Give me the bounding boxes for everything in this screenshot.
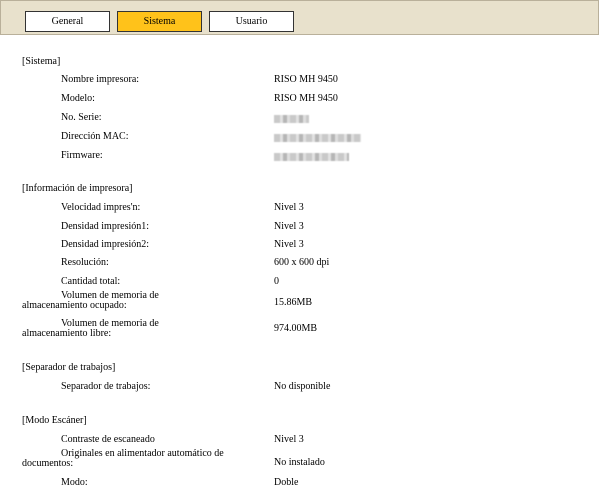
tab-usuario[interactable]: Usuario <box>209 11 294 32</box>
storage-free-label: Volumen de memoria de almacenamiento lib… <box>22 319 212 339</box>
tab-general[interactable]: General <box>25 11 110 32</box>
model-label: Modelo: <box>61 93 95 104</box>
total-count-value: 0 <box>274 276 279 287</box>
storage-free-value: 974.00MB <box>274 323 318 334</box>
density2-value: Nivel 3 <box>274 239 304 250</box>
scan-contrast-value: Nivel 3 <box>274 434 304 445</box>
scan-contrast-label: Contraste de escaneado <box>61 434 155 445</box>
storage-used-label: Volumen de memoria de almacenamiento ocu… <box>22 291 212 311</box>
mac-value-redacted <box>274 134 361 142</box>
section-title-sistema: [Sistema] <box>22 56 61 67</box>
density1-value: Nivel 3 <box>274 221 304 232</box>
storage-used-value: 15.86MB <box>274 297 313 308</box>
density1-label: Densidad impresión1: <box>61 221 150 232</box>
adf-originals-label: Originales en alimentador automático de … <box>22 449 262 469</box>
system-info-panel: [Sistema] Nombre impresora: RISO MH 9450… <box>0 35 601 488</box>
print-speed-value: Nivel 3 <box>274 202 304 213</box>
total-count-label: Cantidad total: <box>61 276 121 287</box>
print-speed-label: Velocidad impres'n: <box>61 202 141 213</box>
printer-name-label: Nombre impresora: <box>61 74 140 85</box>
firmware-value-redacted <box>274 153 349 161</box>
firmware-label: Firmware: <box>61 150 103 161</box>
model-value: RISO MH 9450 <box>274 93 338 104</box>
storage-free-label-line2: almacenamiento libre: <box>22 328 112 339</box>
job-separator-label: Separador de trabajos: <box>61 381 151 392</box>
mac-label: Dirección MAC: <box>61 131 129 142</box>
section-title-informacion-impresora: [Información de impresora] <box>22 183 133 194</box>
scan-mode-label: Modo: <box>61 477 88 488</box>
serial-value-redacted <box>274 115 309 123</box>
section-title-separador: [Separador de trabajos] <box>22 362 116 373</box>
printer-name-value: RISO MH 9450 <box>274 74 338 85</box>
tab-sistema[interactable]: Sistema <box>117 11 202 32</box>
job-separator-value: No disponible <box>274 381 331 392</box>
adf-originals-label-line2: documentos: <box>22 458 74 469</box>
resolution-label: Resolución: <box>61 257 109 268</box>
scan-mode-value: Doble <box>274 477 299 488</box>
tab-bar: General Sistema Usuario <box>0 0 599 35</box>
resolution-value: 600 x 600 dpi <box>274 257 330 268</box>
serial-label: No. Serie: <box>61 112 102 123</box>
density2-label: Densidad impresión2: <box>61 239 150 250</box>
adf-originals-value: No instalado <box>274 457 325 468</box>
storage-used-label-line2: almacenamiento ocupado: <box>22 300 127 311</box>
section-title-modo-escaner: [Modo Escáner] <box>22 415 87 426</box>
